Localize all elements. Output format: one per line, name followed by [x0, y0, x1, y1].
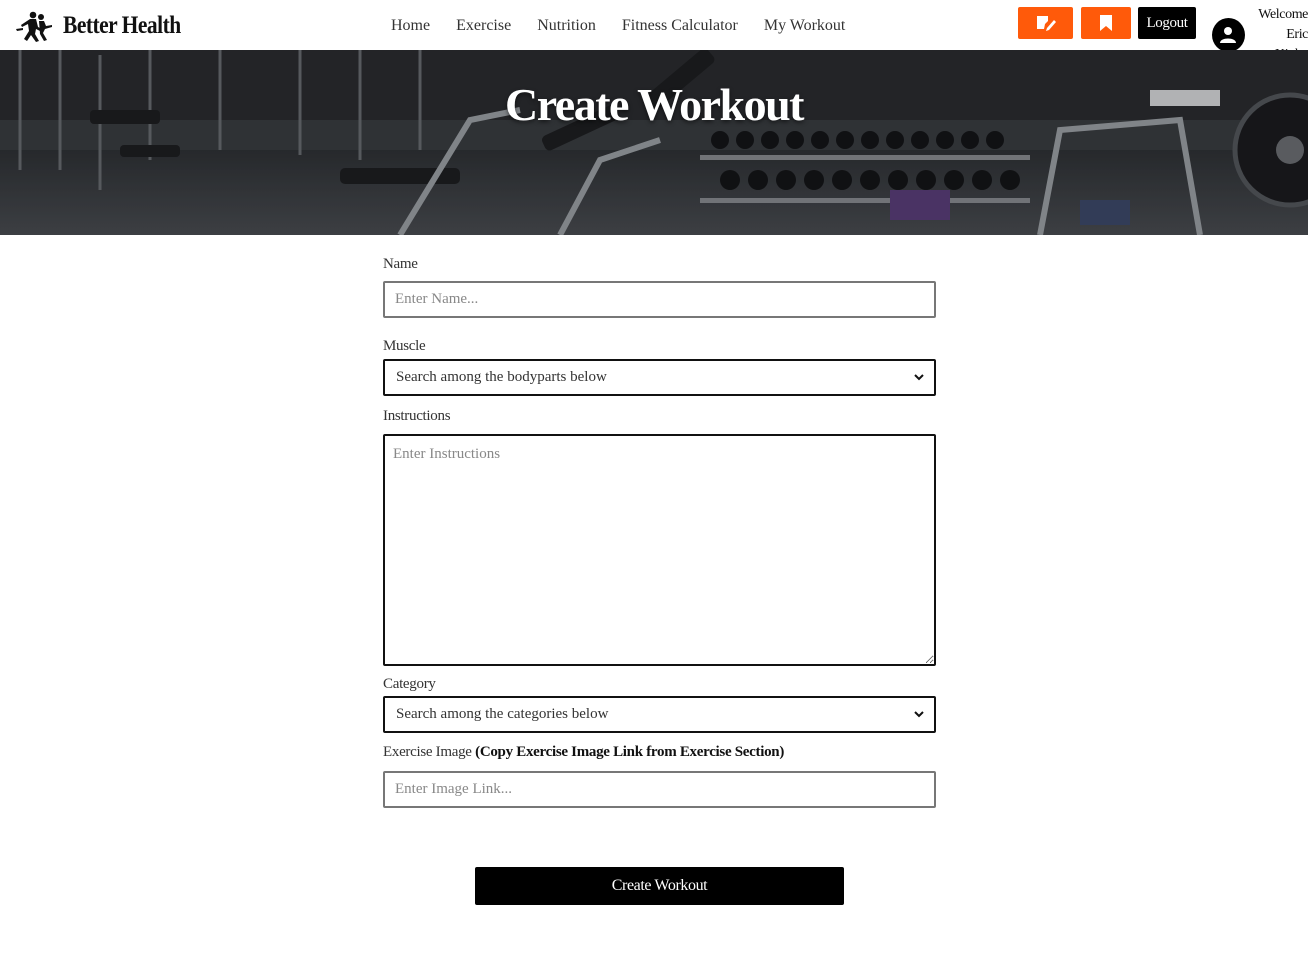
create-workout-form: Name Muscle Search among the bodyparts b… [383, 256, 936, 808]
image-link-input[interactable] [383, 771, 936, 808]
name-input[interactable] [383, 281, 936, 318]
muscle-label: Muscle [383, 338, 426, 354]
welcome-label: Welcome [1258, 7, 1308, 22]
edit-note-icon [1036, 16, 1056, 31]
hero-banner: Create Workout [0, 50, 1308, 235]
brand[interactable]: Better Health [16, 10, 200, 42]
instructions-textarea[interactable] [383, 434, 936, 666]
navbar: Better Health Home Exercise Nutrition Fi… [0, 0, 1308, 62]
category-label: Category [383, 676, 436, 692]
running-people-logo-icon [16, 11, 52, 42]
chevron-down-icon [914, 374, 924, 381]
nav-link-fitness-calculator[interactable]: Fitness Calculator [622, 17, 738, 35]
create-workout-nav-button[interactable] [1018, 7, 1073, 39]
brand-name: Better Health [63, 12, 181, 39]
muscle-select-value: Search among the bodyparts below [396, 369, 607, 385]
page-title: Create Workout [505, 79, 805, 130]
exercise-image-label: Exercise Image (Copy Exercise Image Link… [383, 744, 936, 761]
nav-link-nutrition[interactable]: Nutrition [537, 17, 596, 35]
nav-link-home[interactable]: Home [391, 17, 430, 35]
saved-workouts-button[interactable] [1081, 7, 1131, 39]
avatar [1212, 18, 1245, 52]
exercise-image-label-text: Exercise Image [383, 744, 472, 760]
instructions-label: Instructions [383, 408, 451, 424]
user-icon [1220, 27, 1237, 43]
nav-link-exercise[interactable]: Exercise [456, 17, 511, 35]
main-nav: Home Exercise Nutrition Fitness Calculat… [391, 17, 871, 35]
chevron-down-icon [914, 711, 924, 718]
exercise-image-hint: (Copy Exercise Image Link from Exercise … [475, 744, 785, 760]
bookmark-icon [1100, 15, 1112, 31]
category-select-value: Search among the categories below [396, 706, 609, 722]
create-workout-button[interactable]: Create Workout [475, 867, 844, 905]
name-label: Name [383, 256, 418, 272]
category-select[interactable]: Search among the categories below [383, 696, 936, 733]
logout-button[interactable]: Logout [1138, 7, 1196, 39]
muscle-select[interactable]: Search among the bodyparts below [383, 359, 936, 396]
nav-link-my-workout[interactable]: My Workout [764, 17, 846, 35]
